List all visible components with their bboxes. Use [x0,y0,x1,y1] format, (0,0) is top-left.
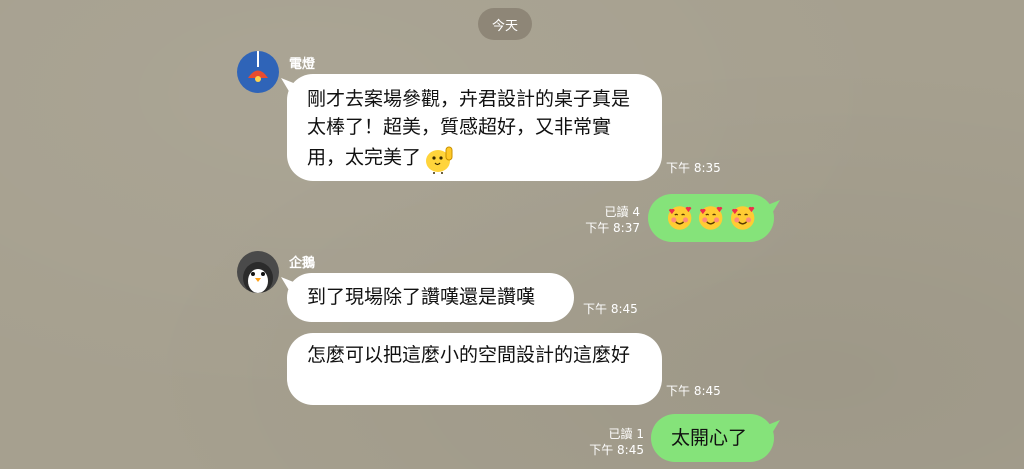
sender-name: 電燈 [289,57,316,72]
message-meta: 已讀 1 下午 8:45 [584,426,644,458]
message-meta: 已讀 4 下午 8:37 [580,204,640,236]
message-text: 到了現場除了讚嘆還是讚嘆 [307,286,536,308]
message-time: 下午 8:35 [666,161,721,175]
lamp-icon [248,51,268,82]
thumbs-up-chick-sticker [423,141,457,175]
read-receipt: 已讀 1 [608,427,644,441]
message-bubble[interactable]: 怎麼可以把這麼小的空間設計的這麼好 [287,333,662,405]
message-time: 下午 8:45 [666,384,721,398]
message-bubble[interactable]: 到了現場除了讚嘆還是讚嘆 [287,273,574,322]
message-bubble[interactable] [648,194,774,242]
message-text: 太開心了 [671,427,748,449]
message-time: 下午 8:45 [589,443,644,457]
message-bubble[interactable]: 剛才去案場參觀，卉君設計的桌子真是太棒了！超美，質感超好，又非常實用，太完美了 [287,74,662,181]
message-time: 下午 8:45 [583,302,638,316]
smiling-face-with-hearts-icon [699,206,723,230]
sender-name: 企鵝 [289,256,316,271]
avatar[interactable] [237,51,279,93]
message-text: 怎麼可以把這麼小的空間設計的這麼好 [307,344,631,366]
smiling-face-with-hearts-icon [667,206,692,230]
avatar[interactable] [237,251,279,293]
message-bubble[interactable]: 太開心了 [651,414,774,462]
date-divider: 今天 [478,8,532,40]
message-time: 下午 8:37 [585,221,640,235]
penguin-icon [243,262,273,293]
chat-window: 今天 電燈 剛才去案場參觀，卉君設計的桌子真是太棒了！超美，質感超好，又非常實用… [0,0,1024,469]
message-text: 剛才去案場參觀，卉君設計的桌子真是太棒了！超美，質感超好，又非常實用，太完美了 [307,88,631,169]
smiling-face-with-hearts-icon [730,206,755,230]
read-receipt: 已讀 4 [604,205,640,219]
